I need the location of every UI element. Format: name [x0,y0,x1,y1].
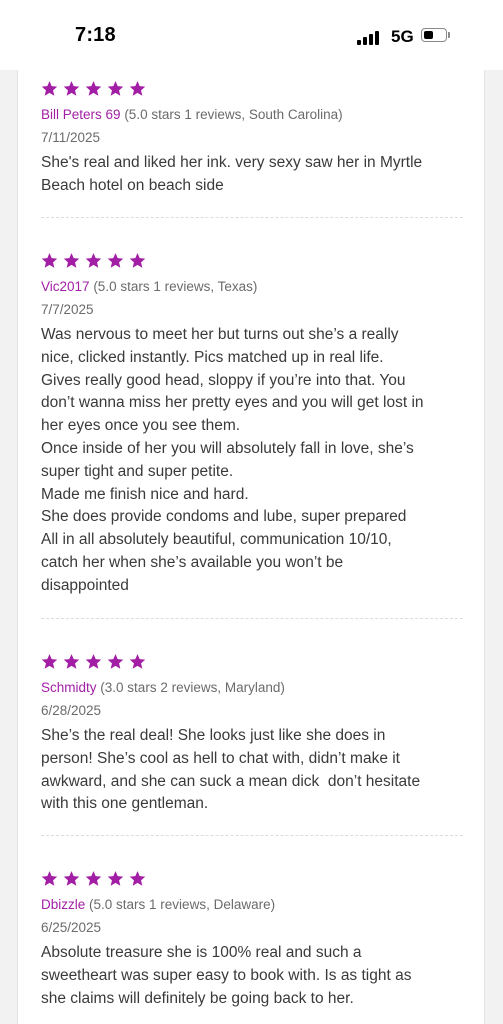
review-meta: Dbizzle (5.0 stars 1 reviews, Delaware) [41,896,463,914]
star-icon [129,80,146,97]
star-icon [107,653,124,670]
star-icon [41,653,58,670]
reviewer-summary: (5.0 stars 1 reviews, Texas) [93,279,258,294]
star-icon [41,870,58,887]
review-date: 6/28/2025 [41,703,102,718]
review-text: Absolute treasure she is 100% real and s… [41,944,412,1007]
review-date: 7/11/2025 [41,130,101,145]
network-type: 5G [391,27,414,46]
review-meta: Bill Peters 69 (5.0 stars 1 reviews, Sou… [41,106,463,124]
status-bar: 7:18 5G [0,0,503,70]
review-divider [41,835,463,836]
review-text: She's real and liked her ink. very sexy … [41,154,423,194]
reviews-page[interactable]: Bill Peters 69 (5.0 stars 1 reviews, Sou… [0,70,503,1024]
star-rating [41,870,463,888]
review-text: Was nervous to meet her but turns out sh… [41,326,424,594]
star-icon [63,80,80,97]
battery-icon [421,28,451,44]
star-icon [85,870,102,887]
star-rating [41,653,463,671]
reviewer-summary: (5.0 stars 1 reviews, Delaware) [89,897,276,912]
star-icon [63,870,80,887]
review-meta: Vic2017 (5.0 stars 1 reviews, Texas) [41,278,463,296]
star-icon [107,870,124,887]
review-date: 6/25/2025 [41,920,102,935]
star-icon [107,80,124,97]
review-date: 7/7/2025 [41,302,94,317]
star-rating [41,252,463,270]
reviewer-summary: (3.0 stars 2 reviews, Maryland) [100,680,285,695]
review-item: Dbizzle (5.0 stars 1 reviews, Delaware) … [41,870,463,1010]
star-icon [129,252,146,269]
review-meta: Schmidty (3.0 stars 2 reviews, Maryland) [41,679,463,697]
star-icon [129,653,146,670]
star-rating [41,80,463,98]
review-divider [41,618,463,619]
review-divider [41,217,463,218]
star-icon [107,252,124,269]
star-icon [41,252,58,269]
review-text: She’s the real deal! She looks just like… [41,727,421,813]
cellular-signal-icon [357,29,383,45]
review-item: Schmidty (3.0 stars 2 reviews, Maryland)… [41,653,463,816]
review-item: Bill Peters 69 (5.0 stars 1 reviews, Sou… [41,80,463,198]
reviewer-name-link[interactable]: Bill Peters 69 [41,107,121,122]
star-icon [63,252,80,269]
review-item: Vic2017 (5.0 stars 1 reviews, Texas) 7/7… [41,252,463,598]
star-icon [85,653,102,670]
reviewer-name-link[interactable]: Vic2017 [41,279,90,294]
clock: 7:18 [75,24,116,46]
star-icon [129,870,146,887]
reviewer-name-link[interactable]: Dbizzle [41,897,85,912]
star-icon [85,80,102,97]
star-icon [63,653,80,670]
star-icon [85,252,102,269]
reviewer-summary: (5.0 stars 1 reviews, South Carolina) [124,107,343,122]
reviewer-name-link[interactable]: Schmidty [41,680,97,695]
star-icon [41,80,58,97]
